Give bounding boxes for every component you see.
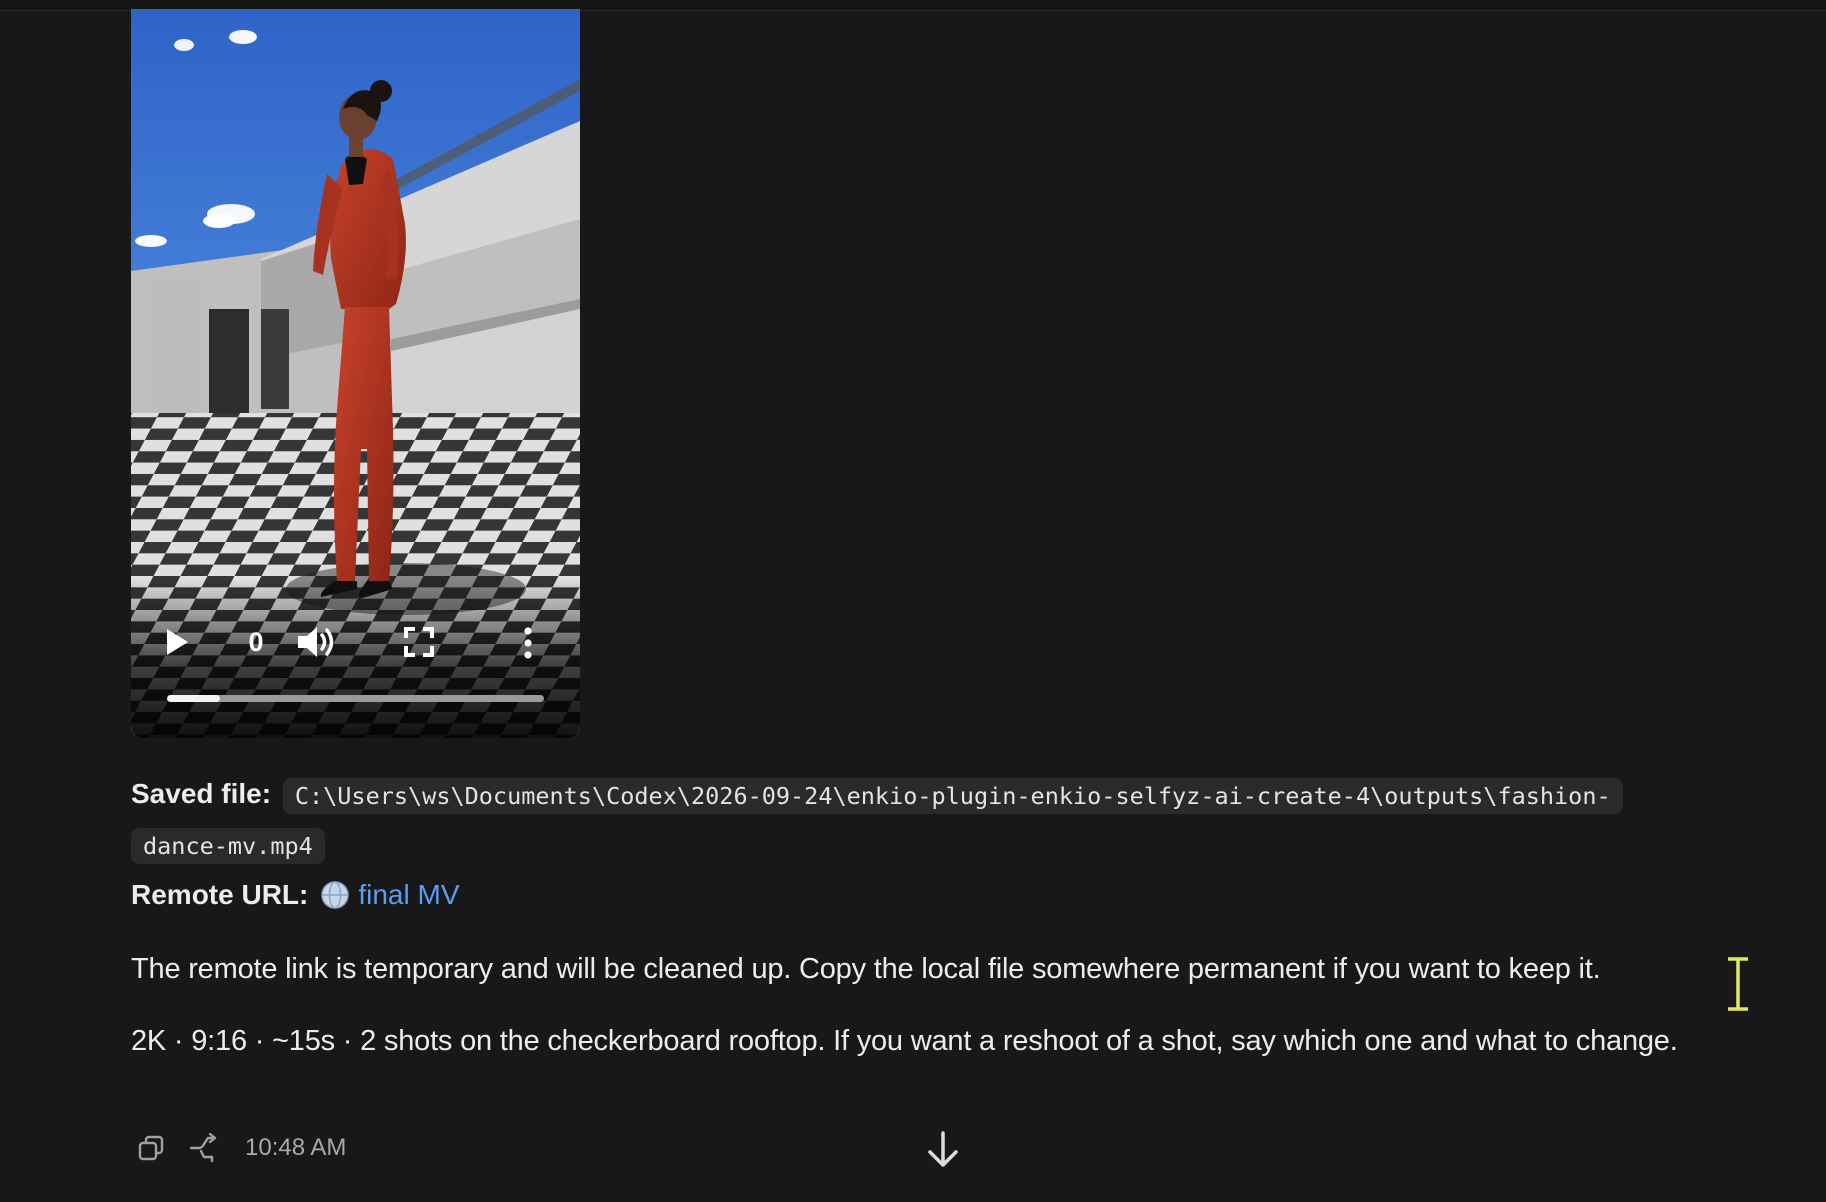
saved-file-path: C:\Users\ws\Documents\Codex\2026-09-24\e… xyxy=(282,777,1623,814)
remote-url-label: Remote URL: xyxy=(131,879,309,910)
play-button[interactable] xyxy=(161,625,193,659)
scroll-to-bottom-button[interactable] xyxy=(912,1125,974,1175)
copy-button[interactable] xyxy=(131,1130,171,1166)
more-options-button[interactable] xyxy=(517,622,539,664)
arrow-down-icon xyxy=(928,1131,958,1167)
message-actions: 10:48 AM xyxy=(131,1130,346,1166)
time-readout: 0 xyxy=(248,626,264,657)
saved-file-line: Saved file: C:\Users\ws\Documents\Codex\… xyxy=(131,775,1771,814)
volume-button[interactable] xyxy=(294,621,340,663)
more-vertical-icon xyxy=(524,627,532,659)
fullscreen-icon xyxy=(404,627,434,657)
video-player[interactable]: 0 xyxy=(131,9,580,738)
saved-file-label: Saved file: xyxy=(131,778,272,809)
video-progress-bar[interactable] xyxy=(167,695,544,702)
saved-file-path-continued: dance-mv.mp4 xyxy=(131,828,325,864)
fullscreen-button[interactable] xyxy=(400,624,438,660)
globe-icon xyxy=(321,881,350,909)
message-timestamp: 10:48 AM xyxy=(245,1134,347,1161)
volume-icon xyxy=(298,627,334,657)
video-summary-text: 2K · 9:16 · ~15s · 2 shots on the checke… xyxy=(131,1025,1678,1057)
copy-icon xyxy=(138,1135,164,1161)
play-icon xyxy=(167,629,188,655)
remote-url-link[interactable]: final MV xyxy=(358,879,459,911)
video-controls-bar: 0 xyxy=(131,611,580,673)
remote-url-line: Remote URL: final MV xyxy=(131,875,460,915)
branch-button[interactable] xyxy=(183,1130,223,1166)
video-progress-fill xyxy=(167,695,220,702)
temporary-link-notice: The remote link is temporary and will be… xyxy=(131,953,1601,985)
text-cursor-icon xyxy=(1728,955,1748,1013)
branch-icon xyxy=(189,1133,217,1163)
